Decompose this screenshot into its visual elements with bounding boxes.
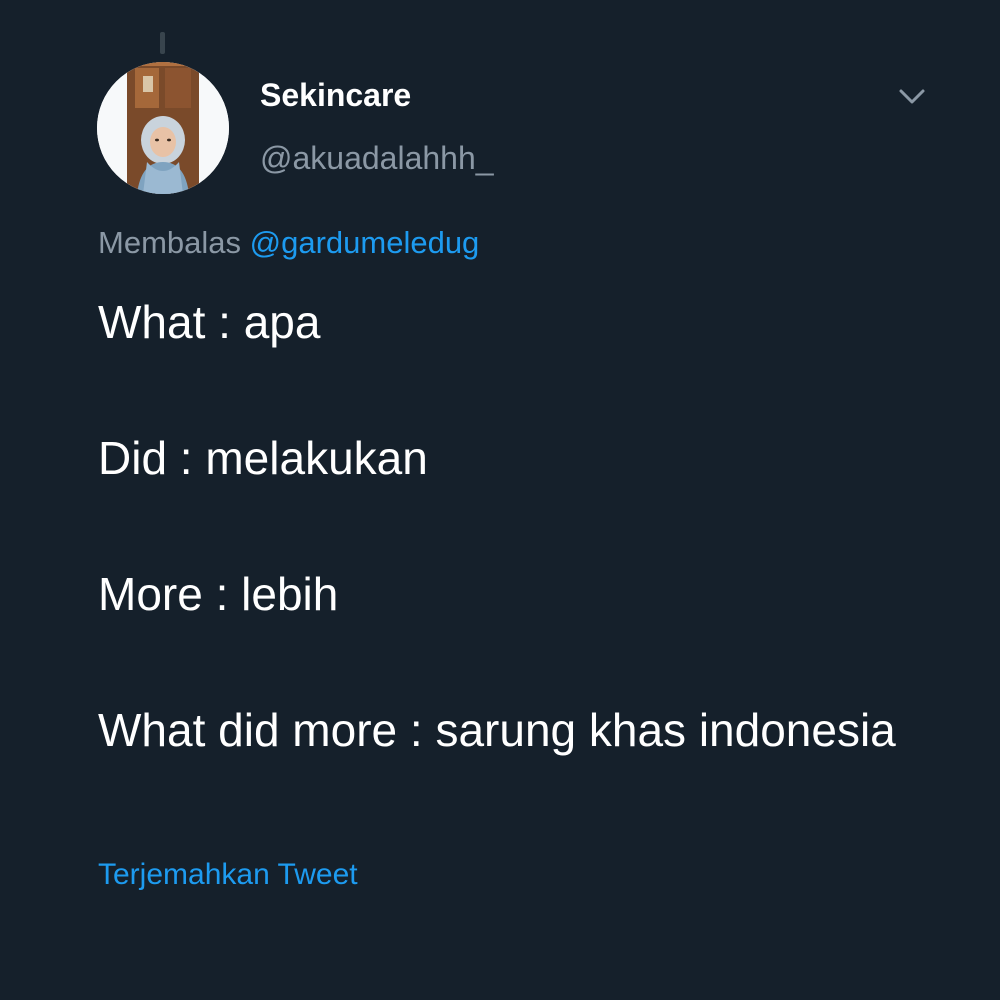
reply-mention-link[interactable]: @gardumeledug (250, 225, 480, 260)
tweet-line: More : lebih (98, 568, 339, 620)
tweet-line: What : apa (98, 296, 321, 348)
author-handle[interactable]: @akuadalahhh_ (260, 140, 494, 177)
tweet-text: What : apa Did : melakukan More : lebih … (98, 288, 898, 764)
reply-context: Membalas @gardumeledug (98, 225, 479, 261)
avatar[interactable] (97, 62, 229, 194)
author-display-name[interactable]: Sekincare (260, 77, 411, 114)
translate-tweet-link[interactable]: Terjemahkan Tweet (98, 858, 358, 892)
tweet-line: Did : melakukan (98, 432, 428, 484)
thread-connector-line (160, 32, 165, 54)
profile-photo (97, 62, 229, 194)
chevron-down-icon[interactable] (895, 82, 929, 110)
tweet-line: What did more : sarung khas indonesia (98, 704, 896, 756)
reply-prefix: Membalas (98, 225, 241, 260)
